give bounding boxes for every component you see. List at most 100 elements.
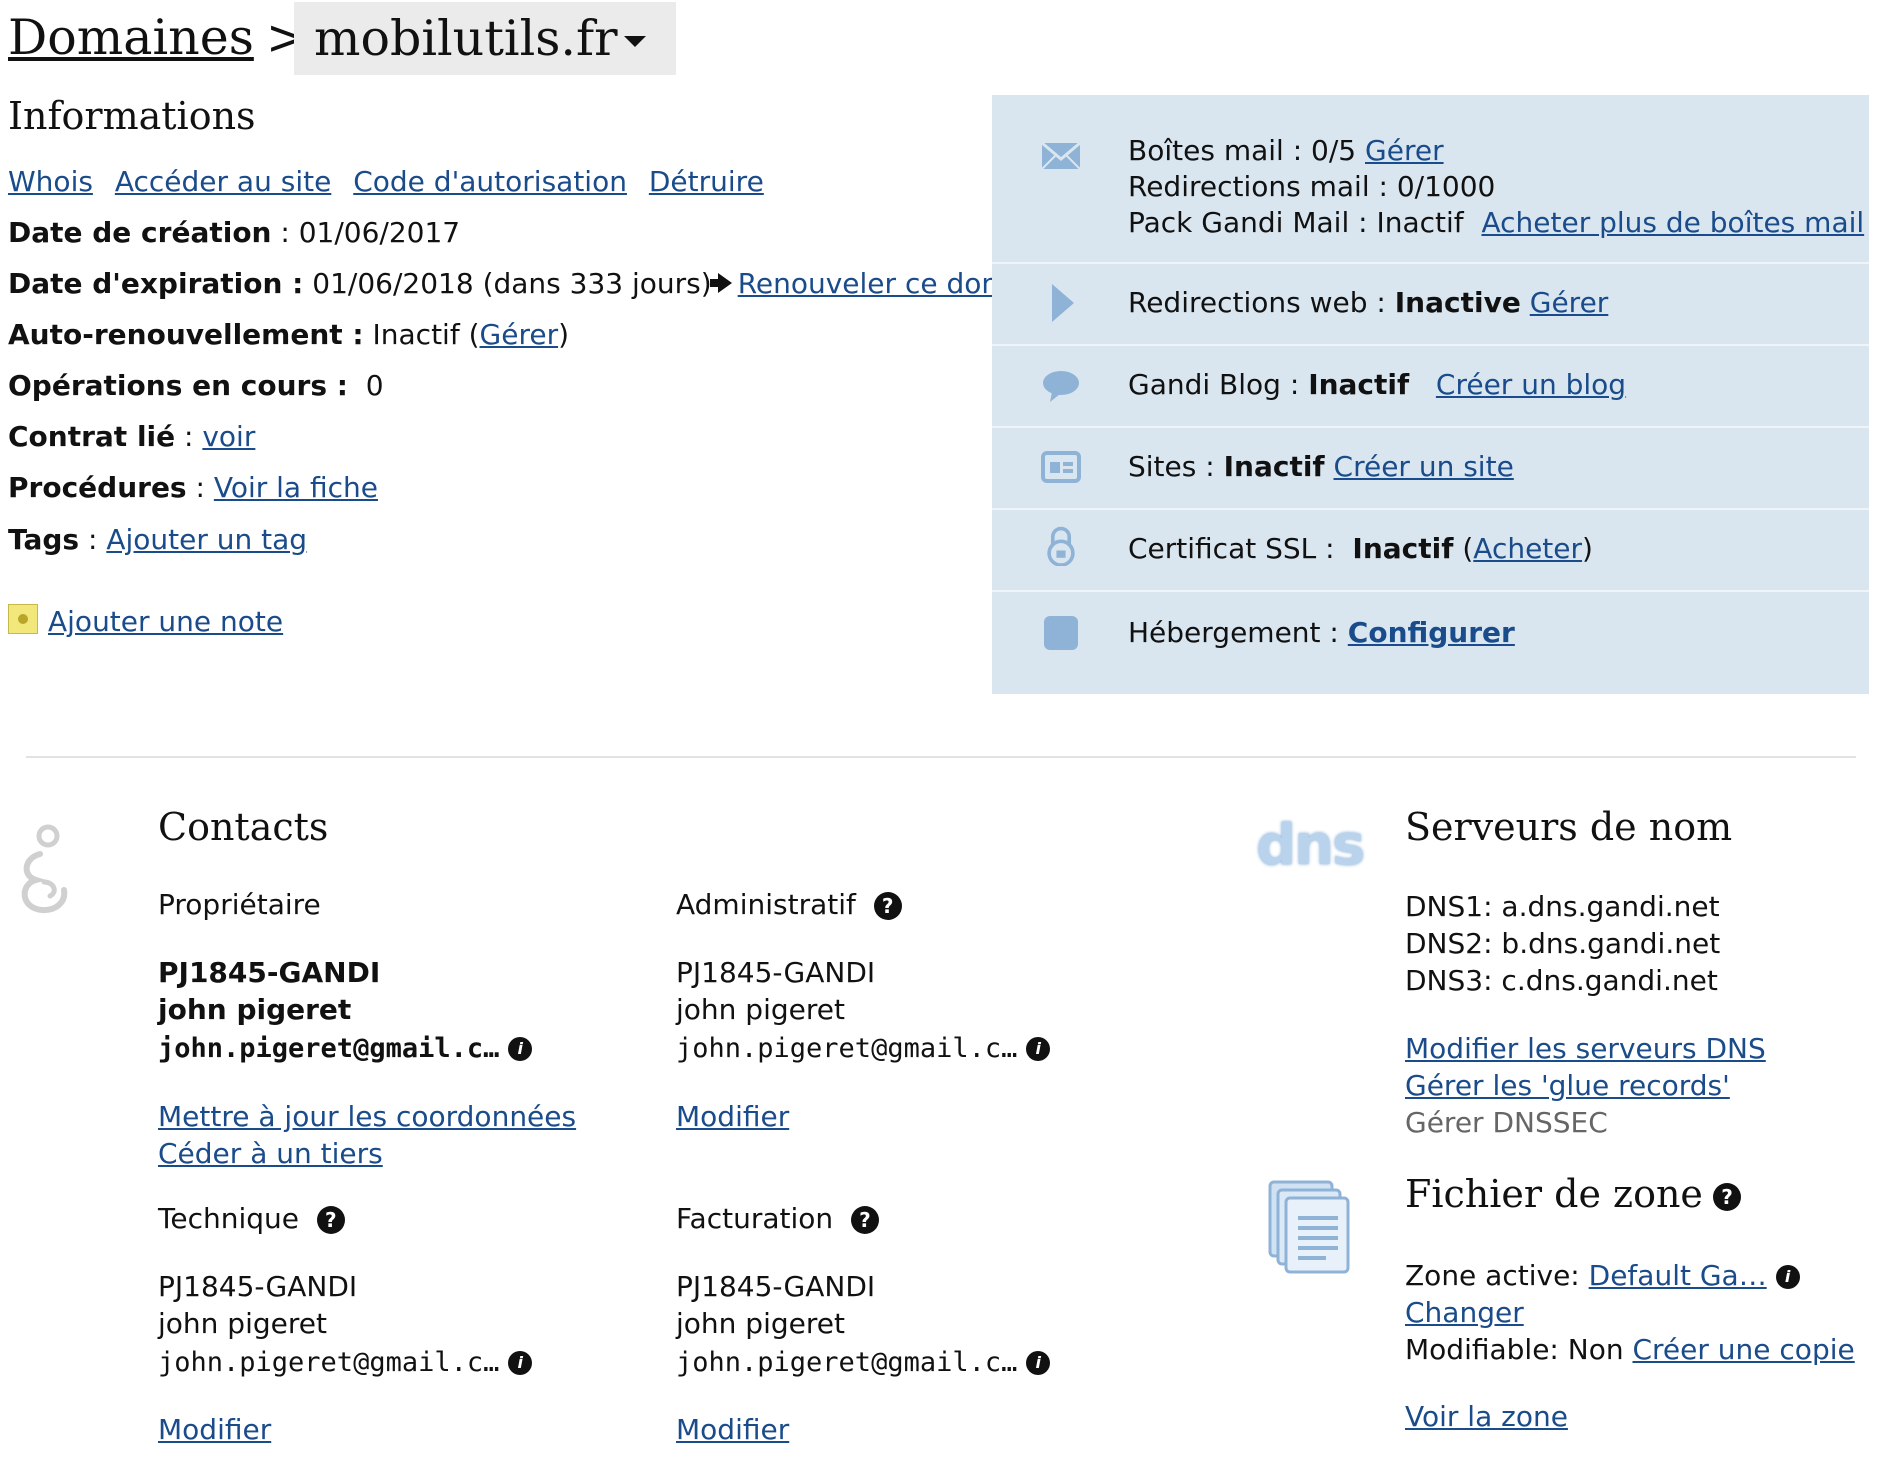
add-note-link[interactable]: Ajouter une note bbox=[48, 605, 283, 638]
info-icon[interactable]: i bbox=[1775, 1265, 1800, 1289]
buy-ssl-link[interactable]: Acheter bbox=[1473, 532, 1582, 565]
help-icon[interactable]: ? bbox=[850, 1206, 879, 1234]
creation-date-row: Date de création : 01/06/2017 bbox=[8, 216, 461, 249]
procedures-link[interactable]: Voir la fiche bbox=[214, 471, 378, 504]
info-icon[interactable]: i bbox=[1026, 1351, 1051, 1375]
modify-dns-link[interactable]: Modifier les serveurs DNS bbox=[1405, 1030, 1766, 1067]
zone-file-title: Fichier de zone bbox=[1405, 1172, 1703, 1216]
creation-date-value: 01/06/2017 bbox=[298, 216, 461, 249]
tech-modify-link[interactable]: Modifier bbox=[158, 1411, 271, 1448]
create-site-link[interactable]: Créer un site bbox=[1334, 450, 1514, 483]
mail-service: Boîtes mail : 0/5 Gérer Redirections mai… bbox=[992, 95, 1869, 264]
help-icon[interactable]: ? bbox=[1713, 1182, 1742, 1211]
tech-email: john.pigeret@gmail.c… bbox=[158, 1347, 500, 1378]
tags-label: Tags bbox=[8, 523, 80, 556]
section-divider bbox=[26, 756, 1856, 758]
buy-mailboxes-link[interactable]: Acheter plus de boîtes mail bbox=[1481, 206, 1864, 239]
autorenew-manage-link[interactable]: Gérer bbox=[480, 318, 559, 351]
admin-label: Administratif bbox=[676, 888, 856, 921]
ssl-service: Certificat SSL : Inactif (Acheter) bbox=[992, 508, 1869, 592]
ssl-close-paren: ) bbox=[1582, 532, 1593, 565]
contacts-title: Contacts bbox=[158, 805, 329, 849]
expiration-date-row: Date d'expiration : 01/06/2018 (dans 333… bbox=[8, 264, 1069, 304]
server-icon bbox=[1044, 616, 1078, 650]
help-icon[interactable]: ? bbox=[873, 892, 902, 920]
info-icon[interactable]: i bbox=[1026, 1037, 1051, 1061]
whois-link[interactable]: Whois bbox=[8, 165, 93, 198]
arrow-right-icon bbox=[709, 273, 732, 293]
owner-email: john.pigeret@gmail.c… bbox=[158, 1033, 500, 1064]
destroy-link[interactable]: Détruire bbox=[649, 165, 764, 198]
tech-email-row: john.pigeret@gmail.c… i bbox=[158, 1343, 533, 1381]
hosting-line: Hébergement : Configurer bbox=[1128, 615, 1515, 651]
mail-manage-link[interactable]: Gérer bbox=[1365, 134, 1444, 167]
add-tag-link[interactable]: Ajouter un tag bbox=[106, 523, 307, 556]
billing-handle: PJ1845-GANDI bbox=[676, 1270, 876, 1303]
sticky-note-icon bbox=[8, 604, 38, 634]
contract-row: Contrat lié : voir bbox=[8, 420, 256, 453]
mail-boxes-line: Boîtes mail : 0/5 Gérer bbox=[1128, 133, 1444, 169]
expiration-date-value: 01/06/2018 (dans 333 jours) bbox=[312, 267, 712, 300]
create-zone-copy-link[interactable]: Créer une copie bbox=[1632, 1333, 1854, 1366]
admin-modify-link[interactable]: Modifier bbox=[676, 1098, 789, 1135]
glue-records-link[interactable]: Gérer les 'glue records' bbox=[1405, 1067, 1730, 1104]
zone-file-icon bbox=[1268, 1180, 1350, 1274]
expiration-date-label: Date d'expiration : bbox=[8, 267, 304, 300]
blog-status: Inactif bbox=[1308, 368, 1410, 401]
zone-title-row: Fichier de zone ? bbox=[1405, 1172, 1742, 1217]
blog-line: Gandi Blog : Inactif Créer un blog bbox=[1128, 367, 1626, 403]
billing-email-row: john.pigeret@gmail.c… i bbox=[676, 1343, 1051, 1381]
zone-active-row: Zone active: Default Ga… i bbox=[1405, 1257, 1800, 1294]
ssl-open-paren: ( bbox=[1462, 532, 1474, 565]
access-site-link[interactable]: Accéder au site bbox=[115, 165, 331, 198]
web-redirect-label: Redirections web : bbox=[1128, 286, 1386, 319]
ssl-label: Certificat SSL : bbox=[1128, 532, 1335, 565]
note-row: Ajouter une note bbox=[8, 604, 283, 638]
operations-row: Opérations en cours : 0 bbox=[8, 366, 384, 406]
envelope-icon bbox=[1041, 141, 1081, 170]
chevron-down-icon bbox=[624, 36, 646, 47]
owner-label: Propriétaire bbox=[158, 888, 321, 921]
mail-boxes-label: Boîtes mail : 0/5 bbox=[1128, 134, 1357, 167]
zone-active-label: Zone active: bbox=[1405, 1259, 1580, 1292]
info-icon[interactable]: i bbox=[508, 1037, 533, 1061]
domain-selector[interactable]: mobilutils.fr bbox=[294, 2, 676, 75]
billing-modify-link[interactable]: Modifier bbox=[676, 1411, 789, 1448]
operations-value: 0 bbox=[365, 369, 384, 402]
tech-handle: PJ1845-GANDI bbox=[158, 1270, 358, 1303]
change-zone-link[interactable]: Changer bbox=[1405, 1294, 1524, 1331]
update-contact-link[interactable]: Mettre à jour les coordonnées bbox=[158, 1098, 576, 1135]
configure-hosting-link[interactable]: Configurer bbox=[1348, 616, 1515, 649]
transfer-owner-link[interactable]: Céder à un tiers bbox=[158, 1135, 383, 1172]
help-icon[interactable]: ? bbox=[316, 1206, 345, 1234]
autorenew-row: Auto-renouvellement : Inactif (Gérer) bbox=[8, 315, 569, 355]
operations-label: Opérations en cours : bbox=[8, 369, 348, 402]
play-arrow-icon bbox=[1052, 284, 1074, 322]
view-zone-link[interactable]: Voir la zone bbox=[1405, 1398, 1568, 1435]
sites-line: Sites : Inactif Créer un site bbox=[1128, 449, 1514, 485]
auth-code-link[interactable]: Code d'autorisation bbox=[353, 165, 627, 198]
autorenew-value: Inactif ( bbox=[372, 318, 480, 351]
ssl-line: Certificat SSL : Inactif (Acheter) bbox=[1128, 531, 1593, 567]
owner-email-row: john.pigeret@gmail.c… i bbox=[158, 1029, 533, 1067]
sites-label: Sites : bbox=[1128, 450, 1215, 483]
zone-active-link[interactable]: Default Ga… bbox=[1589, 1259, 1767, 1292]
billing-email: john.pigeret@gmail.c… bbox=[676, 1347, 1018, 1378]
mail-pack-line: Pack Gandi Mail : Inactif Acheter plus d… bbox=[1128, 205, 1864, 241]
admin-name: john pigeret bbox=[676, 993, 845, 1026]
autorenew-label: Auto-renouvellement : bbox=[8, 318, 364, 351]
web-redirect-line: Redirections web : Inactive Gérer bbox=[1128, 285, 1608, 321]
web-redirect-status: Inactive bbox=[1394, 286, 1521, 319]
nameservers-title: Serveurs de nom bbox=[1405, 805, 1733, 849]
billing-label: Facturation bbox=[676, 1202, 834, 1235]
info-icon[interactable]: i bbox=[508, 1351, 533, 1375]
blog-service: Gandi Blog : Inactif Créer un blog bbox=[992, 344, 1869, 428]
billing-label-row: Facturation ? bbox=[676, 1202, 879, 1235]
web-redirect-manage-link[interactable]: Gérer bbox=[1530, 286, 1609, 319]
hosting-label: Hébergement : bbox=[1128, 616, 1339, 649]
create-blog-link[interactable]: Créer un blog bbox=[1436, 368, 1626, 401]
dns-logo-icon: dns bbox=[1256, 813, 1365, 878]
breadcrumb-domaines-link[interactable]: Domaines bbox=[8, 9, 254, 66]
billing-name: john pigeret bbox=[676, 1307, 845, 1340]
contract-view-link[interactable]: voir bbox=[202, 420, 255, 453]
